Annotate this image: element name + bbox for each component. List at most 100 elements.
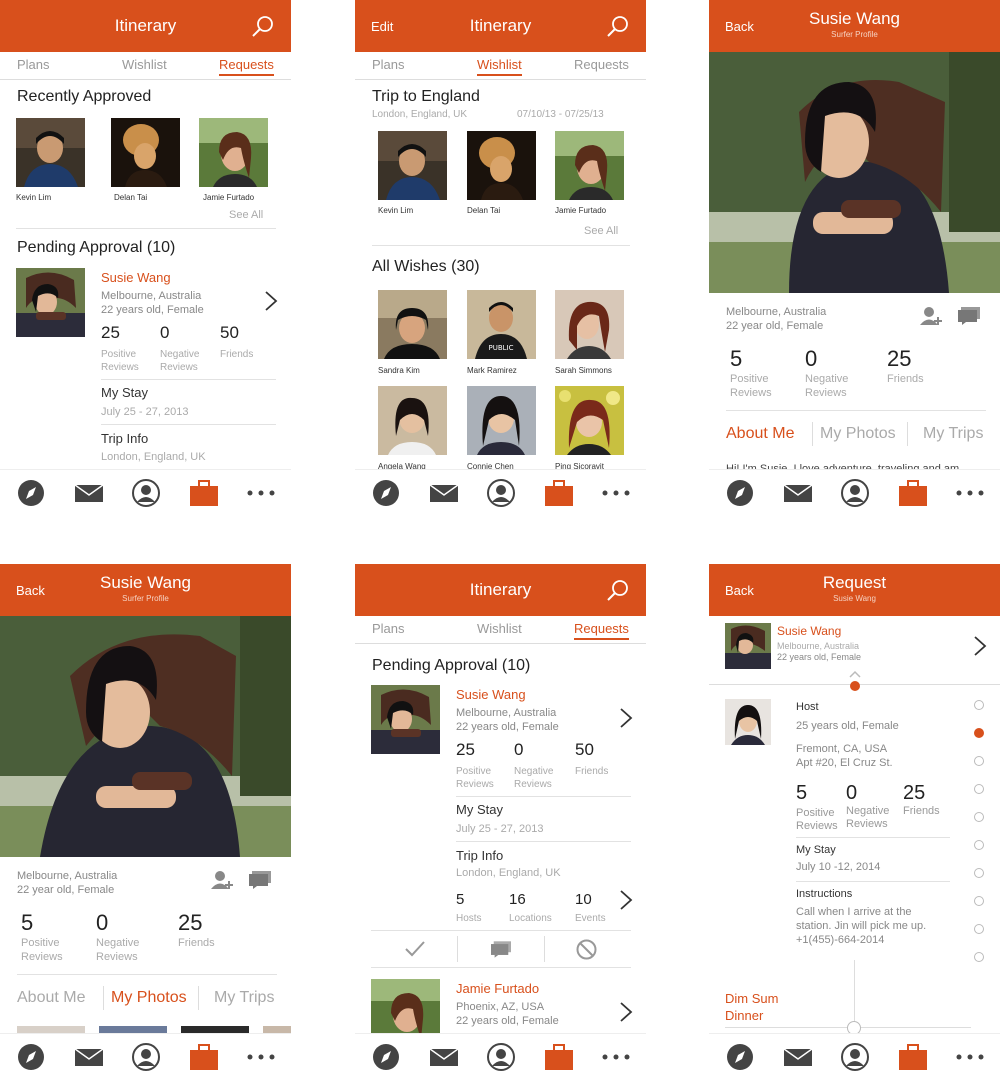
page-dot[interactable] xyxy=(974,784,984,794)
page-dot[interactable] xyxy=(974,924,984,934)
profile-icon[interactable] xyxy=(487,479,515,507)
avatar[interactable] xyxy=(467,386,536,455)
briefcase-icon[interactable] xyxy=(899,1043,927,1071)
host-address-1: Fremont, CA, USA xyxy=(796,743,888,755)
tab-my-trips[interactable]: My Trips xyxy=(214,989,274,1007)
requester-name[interactable]: Susie Wang xyxy=(101,270,171,285)
see-all-link[interactable]: See All xyxy=(584,225,618,237)
message-icon[interactable] xyxy=(491,941,511,958)
briefcase-icon[interactable] xyxy=(545,1043,573,1071)
page-dot[interactable] xyxy=(974,952,984,962)
avatar[interactable] xyxy=(16,118,85,187)
chevron-right-icon[interactable] xyxy=(971,635,989,657)
compass-icon[interactable] xyxy=(726,479,754,507)
trip-title[interactable]: Trip to England xyxy=(372,88,480,106)
avatar[interactable] xyxy=(725,699,771,745)
avatar[interactable] xyxy=(378,131,447,200)
compass-icon[interactable] xyxy=(17,1043,45,1071)
search-icon[interactable] xyxy=(606,14,630,38)
tab-requests[interactable]: Requests xyxy=(574,621,629,640)
profile-icon[interactable] xyxy=(132,1043,160,1071)
avatar[interactable] xyxy=(467,131,536,200)
tab-requests[interactable]: Requests xyxy=(219,57,274,76)
chevron-right-icon[interactable] xyxy=(262,290,280,312)
briefcase-icon[interactable] xyxy=(899,479,927,507)
event-title-2[interactable]: Dinner xyxy=(725,1008,763,1023)
bottom-nav xyxy=(0,469,291,517)
briefcase-icon[interactable] xyxy=(190,1043,218,1071)
briefcase-icon[interactable] xyxy=(545,479,573,507)
tab-my-photos[interactable]: My Photos xyxy=(820,425,896,443)
chevron-right-icon[interactable] xyxy=(617,1001,635,1023)
compass-icon[interactable] xyxy=(372,1043,400,1071)
compass-icon[interactable] xyxy=(372,479,400,507)
more-icon[interactable] xyxy=(956,1043,984,1071)
avatar[interactable] xyxy=(555,131,624,200)
briefcase-icon[interactable] xyxy=(190,479,218,507)
page-dot-active[interactable] xyxy=(974,728,984,738)
decline-icon[interactable] xyxy=(576,939,597,960)
tab-plans[interactable]: Plans xyxy=(372,57,405,72)
compass-icon[interactable] xyxy=(17,479,45,507)
mail-icon[interactable] xyxy=(784,479,812,507)
chevron-right-icon[interactable] xyxy=(617,889,635,911)
mail-icon[interactable] xyxy=(75,479,103,507)
page-dot[interactable] xyxy=(974,896,984,906)
page-dot[interactable] xyxy=(974,812,984,822)
more-icon[interactable] xyxy=(247,1043,275,1071)
chevron-right-icon[interactable] xyxy=(617,707,635,729)
add-friend-icon[interactable] xyxy=(920,306,942,326)
more-icon[interactable] xyxy=(602,1043,630,1071)
compass-icon[interactable] xyxy=(726,1043,754,1071)
tab-wishlist[interactable]: Wishlist xyxy=(477,57,522,76)
avatar[interactable] xyxy=(378,386,447,455)
more-icon[interactable] xyxy=(247,479,275,507)
event-title-1[interactable]: Dim Sum xyxy=(725,991,778,1006)
see-all-link[interactable]: See All xyxy=(229,209,263,221)
profile-icon[interactable] xyxy=(487,1043,515,1071)
mail-icon[interactable] xyxy=(75,1043,103,1071)
tab-about-me[interactable]: About Me xyxy=(726,425,794,443)
tab-wishlist[interactable]: Wishlist xyxy=(477,621,522,636)
avatar[interactable] xyxy=(725,623,771,669)
requester-name[interactable]: Jamie Furtado xyxy=(456,981,539,996)
approve-check-icon[interactable] xyxy=(404,940,426,958)
mail-icon[interactable] xyxy=(430,1043,458,1071)
avatar[interactable]: PUBLIC xyxy=(467,290,536,359)
more-icon[interactable] xyxy=(602,479,630,507)
avatar[interactable] xyxy=(371,685,440,754)
message-icon[interactable] xyxy=(249,871,271,889)
tab-wishlist[interactable]: Wishlist xyxy=(122,57,167,72)
avatar[interactable] xyxy=(16,268,85,337)
avatar[interactable] xyxy=(555,290,624,359)
avatar[interactable] xyxy=(555,386,624,455)
avatar[interactable] xyxy=(111,118,180,187)
page-dot[interactable] xyxy=(974,700,984,710)
tab-my-trips[interactable]: My Trips xyxy=(923,425,983,443)
tab-about-me[interactable]: About Me xyxy=(17,989,85,1007)
avatar[interactable] xyxy=(371,979,440,1039)
mail-icon[interactable] xyxy=(430,479,458,507)
page-dot[interactable] xyxy=(974,868,984,878)
add-friend-icon[interactable] xyxy=(211,870,233,890)
more-icon[interactable] xyxy=(956,479,984,507)
message-icon[interactable] xyxy=(958,307,980,325)
tab-requests[interactable]: Requests xyxy=(574,57,629,72)
tab-plans[interactable]: Plans xyxy=(372,621,405,636)
avatar[interactable] xyxy=(378,290,447,359)
search-icon[interactable] xyxy=(251,14,275,38)
page-dot[interactable] xyxy=(974,756,984,766)
tab-my-photos[interactable]: My Photos xyxy=(111,989,187,1007)
header: Itinerary xyxy=(0,0,291,52)
avatar[interactable] xyxy=(199,118,268,187)
timeline-handle-icon[interactable] xyxy=(847,670,863,692)
profile-icon[interactable] xyxy=(841,479,869,507)
profile-icon[interactable] xyxy=(841,1043,869,1071)
profile-icon[interactable] xyxy=(132,479,160,507)
page-dot[interactable] xyxy=(974,840,984,850)
mail-icon[interactable] xyxy=(784,1043,812,1071)
tab-plans[interactable]: Plans xyxy=(17,57,50,72)
requester-name[interactable]: Susie Wang xyxy=(456,687,526,702)
search-icon[interactable] xyxy=(606,578,630,602)
requester-name[interactable]: Susie Wang xyxy=(777,624,841,638)
